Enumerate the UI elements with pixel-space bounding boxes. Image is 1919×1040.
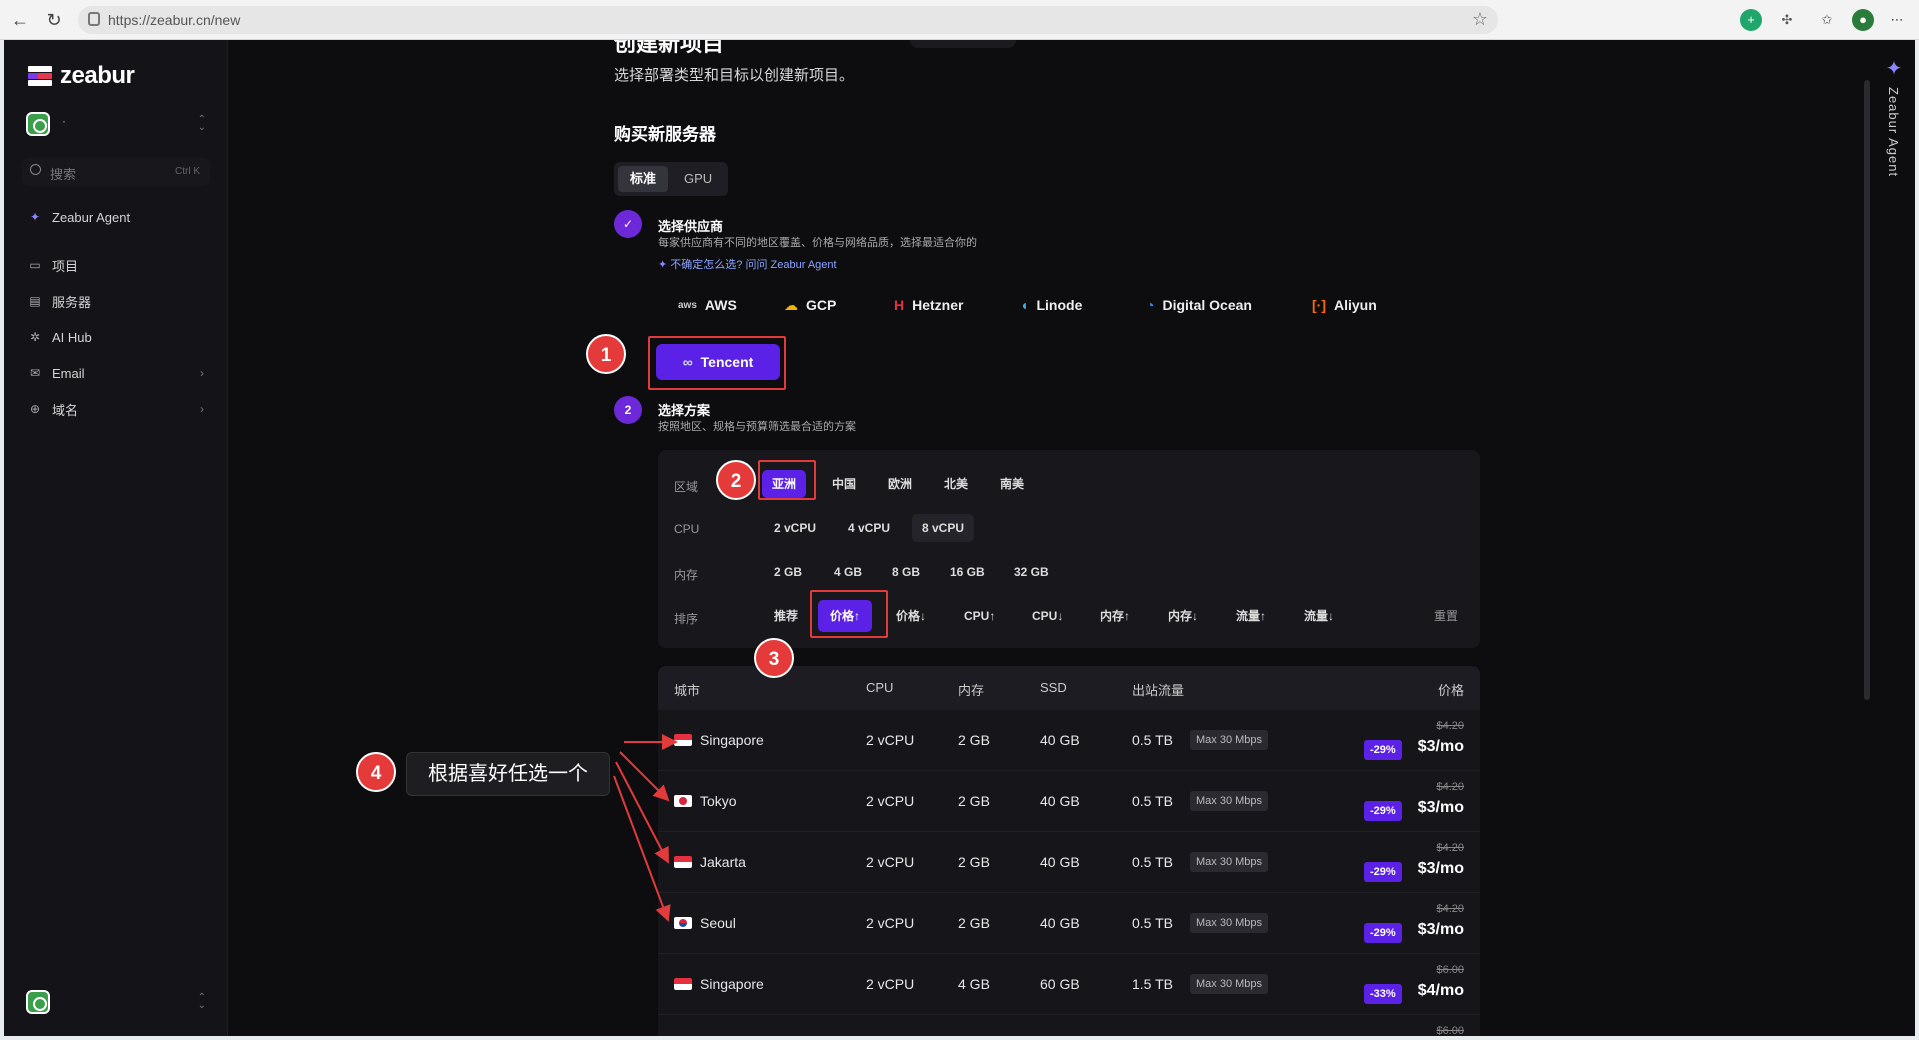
bookmark-star-icon[interactable]: ☆ (1472, 9, 1488, 30)
url-text: https://zeabur.cn/new (108, 12, 241, 28)
back-icon[interactable]: ← (8, 8, 32, 32)
app-window: zeabur · ⌃ ⌄ 搜索 Ctrl K ✦ Zeabur Agent ▭ 项… (4, 40, 1915, 1036)
annotation-arrows (613, 734, 678, 922)
extensions-puzzle-icon[interactable]: ✣ (1776, 9, 1798, 31)
reload-icon[interactable]: ↻ (42, 8, 66, 32)
browser-toolbar: ← ↻ https://zeabur.cn/new ☆ + ✣ ✩ ● ⋯ (0, 0, 1919, 40)
lock-icon (88, 12, 100, 26)
more-menu-icon[interactable]: ⋯ (1886, 9, 1908, 31)
favorites-icon[interactable]: ✩ (1816, 9, 1838, 31)
address-bar[interactable]: https://zeabur.cn/new ☆ (78, 6, 1498, 34)
extension-plus-icon[interactable]: + (1740, 9, 1762, 31)
profile-avatar-icon[interactable]: ● (1852, 9, 1874, 31)
